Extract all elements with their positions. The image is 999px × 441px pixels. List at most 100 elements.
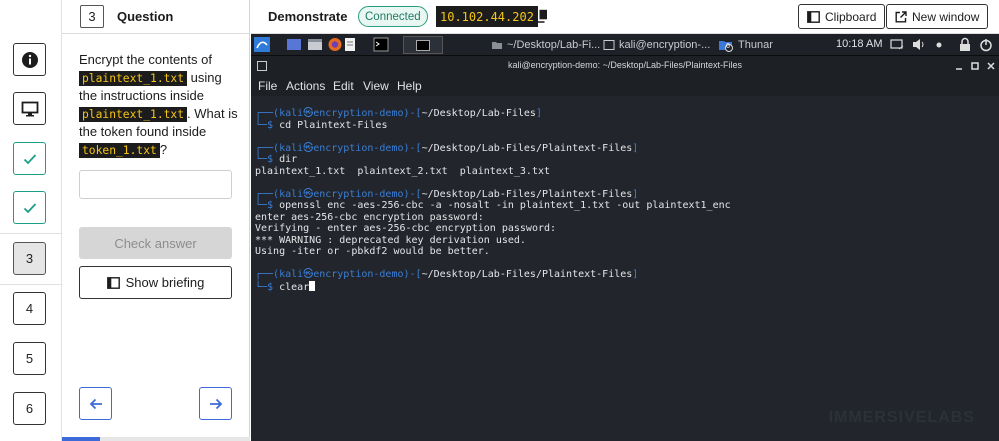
show-briefing-button[interactable]: Show briefing: [79, 266, 232, 299]
status-badge: Connected: [358, 6, 428, 27]
prompt-decor: └─$: [255, 154, 280, 165]
next-button[interactable]: [199, 387, 232, 420]
command-line: └─$ dir: [255, 154, 995, 166]
clock[interactable]: 10:18 AM: [836, 38, 882, 50]
xfce-taskbar: ~/Desktop/Lab-Fi... kali@encryption-... …: [251, 34, 999, 56]
terminal-window[interactable]: kali@encryption-demo: ~/Desktop/Lab-File…: [251, 56, 999, 441]
terminal-titlebar: kali@encryption-demo: ~/Desktop/Lab-File…: [251, 56, 999, 76]
previous-button[interactable]: [79, 387, 112, 420]
rail-divider: [0, 284, 62, 285]
external-link-icon: [895, 10, 907, 22]
step-button-6[interactable]: 6: [13, 392, 46, 425]
task-thunar-window[interactable]: 6 Thunar: [718, 37, 773, 53]
close-icon[interactable]: [987, 62, 995, 70]
question-header: 3 Question: [62, 0, 250, 34]
check-icon: [23, 153, 36, 164]
prompt-decor: ㉿: [303, 142, 314, 154]
show-briefing-label: Show briefing: [125, 275, 205, 290]
panel-icon: [106, 276, 120, 289]
prompt-user: kali: [279, 269, 304, 280]
prompt-user: kali: [279, 142, 304, 154]
prompt-decor: ㉿: [303, 108, 314, 119]
menu-actions[interactable]: Actions: [286, 79, 325, 93]
question-panel: 3 Question Encrypt the contents of plain…: [62, 0, 250, 441]
prompt-path: ~/Desktop/Lab-Files/Plaintext-Files: [421, 188, 633, 200]
maximize-icon[interactable]: [971, 62, 979, 70]
prompt-line: ┌──(kali㉿encryption-demo)-[~/Desktop/Lab…: [255, 189, 995, 201]
step-rail: 3 4 5 6: [0, 0, 62, 441]
task-terminal-window[interactable]: kali@encryption-...: [603, 37, 710, 53]
prompt-decor: ┌──(: [255, 108, 280, 119]
prompt-line: ┌──(kali㉿encryption-demo)-[~/Desktop/Lab…: [255, 143, 995, 155]
clipboard-button[interactable]: Clipboard: [798, 4, 886, 29]
monitor-icon: [21, 101, 38, 116]
thunar-badge: 6: [726, 43, 730, 50]
notification-icon[interactable]: [931, 37, 947, 52]
prompt-host: encryption-demo: [313, 188, 404, 200]
check-answer-button[interactable]: Check answer: [79, 227, 232, 259]
prompt-decor: ]: [632, 142, 639, 154]
prompt-path: ~/Desktop/Lab-Files: [421, 108, 536, 119]
prompt-decor: └─$: [255, 119, 280, 131]
info-step-button[interactable]: [13, 43, 46, 76]
step-number: 6: [25, 401, 34, 416]
display-icon[interactable]: [889, 37, 905, 52]
minimize-icon[interactable]: [955, 63, 963, 71]
step-number: 3: [25, 251, 34, 266]
completed-step-button-2[interactable]: [13, 191, 46, 224]
answer-input[interactable]: [79, 170, 232, 199]
question-text-part: ?: [159, 141, 168, 157]
workspace-switcher[interactable]: [403, 36, 443, 54]
prompt-decor: ]: [632, 269, 639, 280]
command-text: cd Plaintext-Files: [279, 119, 388, 131]
new-window-button[interactable]: New window: [886, 4, 989, 29]
kali-menu-icon[interactable]: [254, 37, 270, 52]
step-button-4[interactable]: 4: [13, 292, 46, 325]
info-icon: [21, 51, 38, 68]
prompt-decor: ]: [632, 188, 639, 200]
inline-code: token_1.txt: [79, 142, 160, 158]
menu-view[interactable]: View: [363, 79, 389, 93]
question-text: Encrypt the contents of plaintext_1.txt …: [79, 51, 239, 159]
prompt-decor: ┌──(: [255, 188, 280, 200]
progress-fill: [62, 437, 100, 441]
prompt-user: kali: [279, 108, 304, 119]
immersivelabs-watermark: IMMERSIVELABS: [828, 409, 975, 426]
prompt-host: encryption-demo: [313, 108, 404, 119]
show-desktop-icon[interactable]: [286, 37, 302, 52]
terminal-output[interactable]: ┌──(kali㉿encryption-demo)-[~/Desktop/Lab…: [255, 108, 995, 293]
step-number: 5: [25, 351, 34, 366]
completed-step-button-1[interactable]: [13, 142, 46, 175]
arrow-left-icon: [89, 398, 102, 409]
prompt-decor: ㉿: [303, 269, 314, 280]
task-folder-window[interactable]: ~/Desktop/Lab-Fi...: [491, 37, 600, 53]
lock-icon[interactable]: [957, 37, 973, 52]
firefox-icon[interactable]: [327, 37, 343, 52]
menu-help[interactable]: Help: [397, 79, 422, 93]
menu-file[interactable]: File: [258, 79, 277, 93]
copy-icon[interactable]: [536, 9, 548, 23]
text-editor-icon[interactable]: [342, 37, 358, 52]
step-button-5[interactable]: 5: [13, 342, 46, 375]
terminal-launcher-icon[interactable]: [373, 37, 389, 52]
prompt-path: ~/Desktop/Lab-Files/Plaintext-Files: [421, 142, 633, 154]
desktop-step-button[interactable]: [13, 92, 46, 125]
file-manager-icon[interactable]: [307, 37, 323, 52]
arrow-right-icon: [209, 398, 222, 409]
lab-topbar: Demonstrate Connected 10.102.44.202 Clip…: [251, 0, 999, 34]
step-button-3[interactable]: 3: [13, 242, 46, 275]
remote-desktop[interactable]: ~/Desktop/Lab-Fi... kali@encryption-... …: [251, 34, 999, 441]
task-label: kali@encryption-...: [619, 39, 711, 51]
task-label: ~/Desktop/Lab-Fi...: [507, 39, 601, 51]
volume-icon[interactable]: [911, 37, 927, 52]
prompt-host: encryption-demo: [313, 142, 404, 154]
folder-icon: [492, 42, 502, 49]
power-icon[interactable]: [978, 37, 994, 52]
menu-edit[interactable]: Edit: [333, 79, 354, 93]
command-text: clear: [279, 281, 310, 293]
inline-code: plaintext_1.txt: [79, 106, 188, 122]
prompt-decor: )-[: [403, 108, 422, 119]
text-cursor: [309, 280, 316, 291]
prompt-decor: └─$: [255, 200, 280, 211]
